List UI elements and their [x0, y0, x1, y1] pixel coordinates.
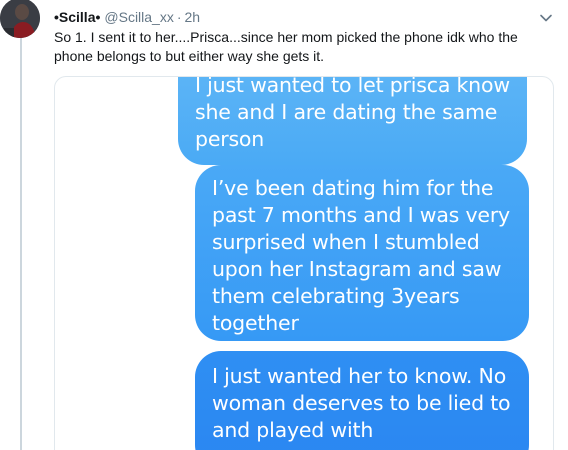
tweet-header: •Scilla• @Scilla_xx · 2h	[54, 9, 200, 27]
message-line: and played with	[212, 418, 374, 442]
tweet-media-image[interactable]: I just wanted to let prisca know she and…	[54, 76, 554, 450]
header-separator: ·	[176, 9, 182, 25]
message-line: person	[195, 127, 265, 151]
user-handle[interactable]: @Scilla_xx	[104, 9, 173, 25]
message-line: upon her Instagram and saw	[212, 257, 502, 281]
avatar-image	[0, 0, 40, 38]
message-bubble: I just wanted her to know. No woman dese…	[195, 351, 529, 450]
message-line: she and I are dating the same	[195, 100, 498, 124]
message-line: them celebrating 3years	[212, 284, 460, 308]
message-bubble: I just wanted to let prisca know she and…	[178, 76, 527, 165]
chevron-down-icon[interactable]	[538, 10, 554, 26]
message-line: I’ve been dating him for the	[212, 176, 494, 200]
message-line: together	[212, 311, 299, 335]
display-name[interactable]: •Scilla•	[54, 9, 100, 25]
message-bubble: I’ve been dating him for the past 7 mont…	[195, 165, 529, 341]
thread-line	[20, 34, 22, 450]
message-line: woman deserves to be lied to	[212, 391, 511, 415]
avatar[interactable]	[0, 0, 40, 38]
message-line: surprised when I stumbled	[212, 230, 480, 254]
tweet-timestamp[interactable]: 2h	[185, 9, 201, 25]
tweet-text: So 1. I sent it to her....Prisca...since…	[54, 29, 518, 64]
message-line: I just wanted to let prisca know	[195, 76, 510, 97]
message-line: I just wanted her to know. No	[212, 364, 507, 388]
message-line: past 7 months and I was very	[212, 203, 510, 227]
